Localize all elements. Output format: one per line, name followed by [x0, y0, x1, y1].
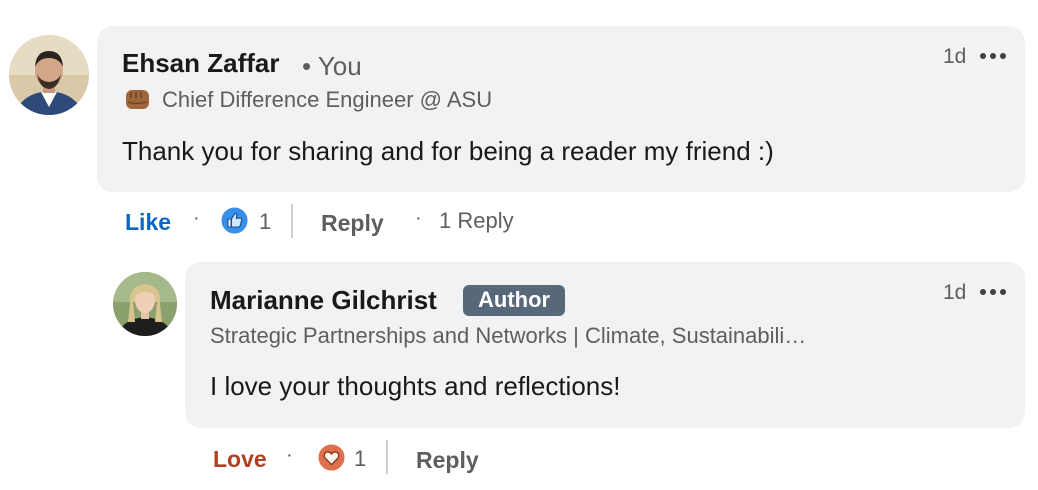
author-badge: Author	[463, 285, 566, 316]
separator-dot: ·	[193, 207, 200, 229]
like-button[interactable]: Like	[125, 209, 171, 236]
comment-text: Thank you for sharing and for being a re…	[122, 136, 774, 166]
action-divider	[386, 440, 388, 474]
comment-author-name[interactable]: Ehsan Zaffar	[122, 48, 280, 79]
reply-headline: Strategic Partnerships and Networks | Cl…	[210, 323, 807, 348]
avatar[interactable]	[9, 35, 89, 115]
reply-button[interactable]: Reply	[321, 210, 384, 237]
reply-avatar[interactable]	[113, 272, 177, 336]
more-options-icon[interactable]	[980, 53, 1006, 59]
replies-count-link[interactable]: 1 Reply	[439, 208, 514, 234]
reply-timestamp: 1d	[943, 281, 967, 304]
heart-icon[interactable]	[317, 443, 346, 472]
action-divider	[291, 204, 293, 238]
reply-text: I love your thoughts and reflections!	[210, 371, 621, 401]
separator-dot: ·	[286, 444, 293, 466]
comment-headline: Chief Difference Engineer @ ASU	[162, 87, 493, 112]
fist-emoji-icon	[124, 87, 151, 111]
reaction-count[interactable]: 1	[259, 209, 271, 235]
more-options-icon[interactable]	[980, 289, 1006, 295]
separator-dot: ·	[415, 207, 422, 229]
thumbs-up-icon[interactable]	[220, 206, 249, 235]
you-label: • You	[302, 51, 362, 81]
love-reaction-button[interactable]: Love	[213, 446, 267, 473]
comment-timestamp: 1d	[943, 45, 967, 68]
reply-reply-button[interactable]: Reply	[416, 447, 479, 474]
reply-author-name[interactable]: Marianne Gilchrist	[210, 285, 437, 316]
reply-reaction-count[interactable]: 1	[354, 446, 366, 472]
